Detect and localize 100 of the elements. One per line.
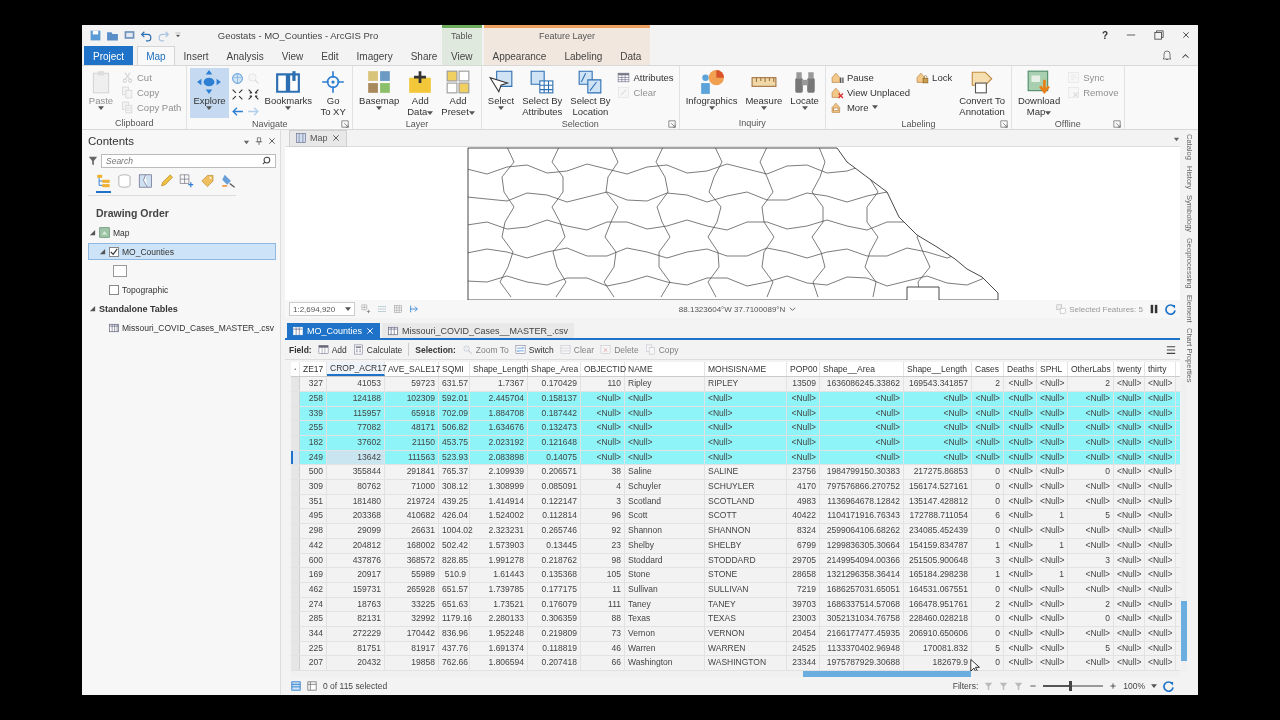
table-row[interactable]: 182 37602 21150 453.75 2.023192 0.121648 <Null> <Null> <Null> <Null> <Null> <Null> <Null> <Null> <Null> <Null> <Null> <Null> — [291, 436, 1180, 451]
drawing-order-icon[interactable] — [96, 173, 111, 193]
dialog-launcher-icon[interactable] — [999, 119, 1008, 128]
filter-definition-icon[interactable] — [1014, 681, 1024, 691]
grid-icon[interactable] — [393, 304, 403, 314]
close-icon[interactable] — [331, 134, 340, 142]
ribbon-button[interactable]: Locate — [787, 68, 822, 117]
table-row[interactable]: 285 82131 32992 1179.16 2.280133 0.306359 88 Texas TEXAS 23003 3052131034.76758 228460.028218 0 <Null> <Null> 0 <Null> <Null> — [291, 612, 1180, 627]
zoom-out-arrows-icon[interactable] — [246, 88, 260, 102]
column-header[interactable]: OtherLabs — [1068, 362, 1114, 377]
table-view-icon[interactable] — [291, 681, 301, 691]
filter-icon[interactable] — [88, 156, 98, 166]
dialog-launcher-icon[interactable] — [341, 119, 350, 128]
restore-icon[interactable] — [1154, 30, 1164, 40]
ribbon-tab[interactable]: Edit — [312, 46, 348, 65]
column-header[interactable]: SQMI — [439, 362, 470, 377]
table-tab[interactable]: MO_Counties — [287, 323, 381, 338]
pause-icon[interactable] — [1149, 304, 1159, 314]
snapping-icon[interactable] — [377, 304, 387, 314]
ribbon-button[interactable]: Explore — [190, 68, 229, 118]
tree-item[interactable]: MO_Counties — [88, 243, 276, 260]
ribbon-button[interactable]: Go To XY — [317, 68, 350, 118]
table-row[interactable]: 462 159731 265928 651.57 1.739785 0.177175 11 Sullivan SULLIVAN 7219 1686257031.65051 164531.067551 0 <Null> <Null> <Null> <Null> <Null> — [291, 582, 1180, 598]
filter-extent-icon[interactable] — [984, 681, 994, 691]
dropdown-icon[interactable] — [789, 305, 797, 313]
scale-field[interactable]: 1:2,694,920 — [289, 302, 355, 316]
column-header[interactable]: POP00 — [787, 362, 820, 377]
table-tab[interactable]: Missouri_COVID_Cases__MASTER_.csv — [382, 323, 575, 338]
field-view-icon[interactable] — [307, 681, 317, 691]
toolbar-button[interactable]: Switch — [514, 344, 554, 355]
search-field[interactable]: Search — [101, 154, 276, 168]
column-header[interactable]: OBJECTID — [581, 362, 625, 377]
refresh-icon[interactable] — [1165, 303, 1176, 315]
ribbon-tab[interactable]: Labeling — [555, 46, 612, 65]
table-row[interactable]: 207 20432 19858 762.66 1.806594 0.207418 66 Washington WASHINGTON 23344 1975787929.30688 182679.9 0 <Null> <Null> <Null> <Null> <Null> — [291, 656, 1180, 671]
toolbar-button[interactable]: Add — [317, 344, 347, 355]
tree-item[interactable]: Missouri_COVID_Cases_MASTER_.csv — [88, 319, 276, 336]
ribbon-button[interactable]: Basemap — [356, 68, 403, 118]
column-header[interactable]: Shape__Length — [904, 362, 972, 377]
column-header[interactable]: Deaths — [1004, 362, 1037, 377]
ribbon-button[interactable]: Convert To Annotation — [956, 68, 1008, 118]
toolbar-button[interactable]: Calculate — [352, 344, 403, 355]
ribbon-button[interactable]: Bookmarks — [261, 68, 316, 118]
table-row[interactable]: 327 41053 59723 631.57 1.7367 0.170429 110 Ripley RIPLEY 13509 1636086245.33862 169543.341857 2 <Null> <Null> 2 <Null> <Null> — [291, 377, 1180, 392]
grid-plus-icon[interactable] — [361, 304, 371, 314]
help-button[interactable]: ? — [1101, 29, 1108, 41]
plus-icon[interactable] — [1109, 682, 1118, 690]
column-header[interactable]: Shape_Length — [470, 362, 528, 377]
dialog-launcher-icon[interactable] — [667, 119, 676, 128]
ribbon-button[interactable]: Select By Attributes — [519, 68, 566, 118]
table-row[interactable]: 169 20917 55989 510.9 1.61443 0.135368 105 Stone STONE 28658 1321296358.36414 165184.298238 1 <Null> 1 <Null> <Null> <Null> — [291, 568, 1180, 583]
checkbox[interactable] — [109, 246, 119, 257]
pin-icon[interactable] — [255, 137, 263, 145]
ribbon-button[interactable]: Infographics — [682, 68, 741, 117]
close-icon[interactable] — [1182, 31, 1190, 39]
column-header[interactable]: twenty — [1114, 362, 1145, 377]
column-header[interactable]: Shape__Area — [820, 362, 904, 377]
filter-selection-icon[interactable] — [999, 681, 1009, 691]
ribbon-tab[interactable]: Imagery — [347, 46, 402, 65]
column-header[interactable]: CROP_ACR17 — [327, 362, 385, 377]
correction-icon[interactable] — [409, 304, 419, 314]
close-icon[interactable] — [268, 137, 276, 145]
column-header[interactable]: NAME — [625, 362, 705, 377]
ribbon-tab[interactable]: Map — [137, 46, 175, 65]
expand-arrow-icon[interactable] — [99, 248, 106, 255]
dialog-launcher-icon[interactable] — [1112, 119, 1121, 128]
ribbon-button[interactable]: Lock — [914, 70, 955, 84]
bell-icon[interactable] — [1161, 49, 1173, 61]
minus-icon[interactable] — [1029, 682, 1038, 690]
ribbon-tab[interactable]: Analysis — [217, 46, 273, 65]
checkbox[interactable] — [109, 284, 119, 295]
ribbon-button[interactable]: Attributes — [615, 70, 676, 84]
table-row[interactable]: 495 203368 410682 426.04 1.524002 0.112814 96 Scott SCOTT 40422 1104171916.76343 172788.711054 6 <Null> 1 5 <Null> <Null> — [291, 509, 1180, 525]
ribbon-tab[interactable]: View — [272, 46, 313, 65]
column-header[interactable]: thirty — [1145, 362, 1176, 377]
ribbon-button[interactable]: Add Data — [404, 68, 437, 118]
ribbon-button[interactable]: Select By Location — [567, 68, 614, 118]
ribbon-button[interactable]: Measure — [742, 68, 786, 117]
save-icon[interactable] — [89, 28, 102, 42]
expand-arrow-icon[interactable] — [89, 229, 96, 236]
table-row[interactable]: 255 77082 48171 506.82 1.634676 0.132473 <Null> <Null> <Null> <Null> <Null> <Null> <Null> <Null> <Null> <Null> <Null> <Null> — [291, 421, 1180, 436]
column-header[interactable]: MOHSISNAME — [705, 362, 787, 377]
column-header[interactable]: Cases — [972, 362, 1004, 377]
ribbon-button[interactable]: Select — [484, 68, 518, 118]
row-header[interactable] — [291, 450, 300, 465]
tree-item[interactable]: Map — [88, 224, 276, 241]
back-arrow-icon[interactable] — [230, 104, 244, 118]
table-row[interactable]: 298 29099 26631 1004.02 2.323231 0.265746 92 Shannon SHANNON 8324 2599064106.68262 234085.452439 0 <Null> <Null> <Null> <Null> <Null> — [291, 524, 1180, 539]
ribbon-button[interactable]: Add Preset — [438, 68, 478, 118]
customize-icon[interactable] — [174, 31, 182, 39]
ribbon-button[interactable]: View Unplaced — [828, 85, 913, 99]
refresh-icon[interactable] — [1163, 680, 1174, 692]
ribbon-button[interactable]: Download Map — [1014, 68, 1064, 118]
column-header[interactable]: Shape_Area — [528, 362, 581, 377]
menu-icon[interactable] — [1166, 344, 1176, 355]
tree-item[interactable]: Topographic — [88, 281, 276, 298]
ribbon-tab[interactable]: Insert — [174, 46, 218, 65]
tree-item[interactable]: Standalone Tables — [88, 300, 276, 317]
ribbon-button[interactable]: More — [828, 100, 913, 114]
expand-arrow-icon[interactable] — [89, 305, 96, 312]
